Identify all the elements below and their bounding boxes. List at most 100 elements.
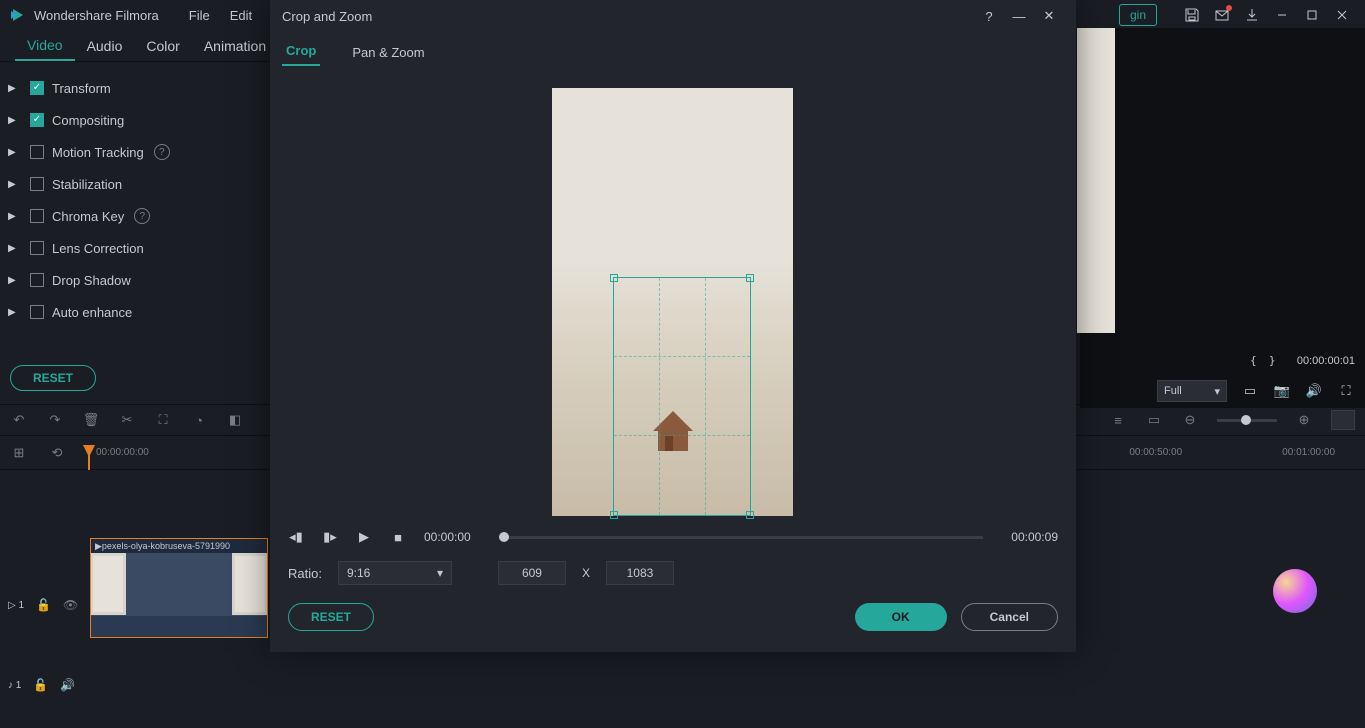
checkbox-chroma-key[interactable] — [30, 209, 44, 223]
chevron-right-icon[interactable]: ▶ — [8, 275, 22, 286]
clip-label: ▶ pexels-olya-kobruseva-5791990 — [91, 539, 267, 553]
chevron-right-icon[interactable]: ▶ — [8, 83, 22, 94]
info-icon[interactable]: ? — [154, 144, 170, 160]
minimize-icon[interactable] — [1267, 0, 1297, 30]
side-reset-button[interactable]: RESET — [10, 365, 96, 391]
view-toggle[interactable] — [1331, 410, 1355, 430]
chevron-right-icon[interactable]: ▶ — [8, 211, 22, 222]
stop-icon[interactable]: ■ — [390, 529, 406, 545]
speed-icon[interactable]: ◔ — [190, 411, 208, 429]
next-frame-icon[interactable]: ▮▸ — [322, 529, 338, 545]
crop-zoom-dialog: Crop and Zoom ? — ✕ Crop Pan & Zoom ◂▮ ▮… — [270, 0, 1076, 652]
maximize-icon[interactable] — [1297, 0, 1327, 30]
tab-pan-zoom[interactable]: Pan & Zoom — [348, 39, 428, 66]
ruler-tick: 00:00:50:00 — [1129, 447, 1182, 458]
tab-crop[interactable]: Crop — [282, 37, 320, 66]
checkbox-stabilization[interactable] — [30, 177, 44, 191]
ratio-select[interactable]: 9:16▾ — [338, 561, 452, 585]
volume-icon[interactable]: 🔊 — [1305, 382, 1323, 400]
color-icon[interactable]: ◧ — [226, 411, 244, 429]
minimize-icon[interactable]: — — [1004, 1, 1034, 31]
close-icon[interactable]: ✕ — [1034, 1, 1064, 31]
display-icon[interactable]: ▭ — [1241, 382, 1259, 400]
dialog-reset-button[interactable]: RESET — [288, 603, 374, 631]
lock-icon[interactable]: 🔓 — [36, 598, 51, 612]
checkbox-drop-shadow[interactable] — [30, 273, 44, 287]
zoom-slider[interactable] — [1217, 419, 1277, 422]
zoom-out-icon[interactable]: ⊖ — [1181, 411, 1199, 429]
download-icon[interactable] — [1237, 0, 1267, 30]
mail-icon[interactable] — [1207, 0, 1237, 30]
menu-file[interactable]: File — [189, 8, 210, 23]
ratio-label: Ratio: — [288, 566, 322, 581]
mark-out-icon[interactable]: } — [1269, 354, 1276, 367]
checkbox-compositing[interactable] — [30, 113, 44, 127]
panel-row-chroma-key[interactable]: ▶Chroma Key? — [8, 200, 262, 232]
panel-row-transform[interactable]: ▶Transform — [8, 72, 262, 104]
crop-handle-tr[interactable] — [746, 274, 754, 282]
crop-handle-tl[interactable] — [610, 274, 618, 282]
panel-row-drop-shadow[interactable]: ▶Drop Shadow — [8, 264, 262, 296]
redo-icon[interactable]: ↷ — [46, 411, 64, 429]
mark-in-icon[interactable]: { — [1250, 354, 1257, 367]
dialog-tabs: Crop Pan & Zoom — [270, 32, 1076, 66]
add-track-icon[interactable]: ⊞ — [10, 444, 28, 462]
crop-handle-br[interactable] — [746, 511, 754, 519]
video-clip[interactable]: ▶ pexels-olya-kobruseva-5791990 — [90, 538, 268, 638]
snapshot-icon[interactable]: 📷 — [1273, 382, 1291, 400]
tab-audio[interactable]: Audio — [75, 32, 135, 60]
undo-icon[interactable]: ↶ — [10, 411, 28, 429]
crop-rectangle[interactable] — [613, 277, 751, 516]
markers-icon[interactable]: ≡ — [1109, 411, 1127, 429]
width-input[interactable] — [498, 561, 566, 585]
checkbox-lens-correction[interactable] — [30, 241, 44, 255]
close-icon[interactable] — [1327, 0, 1357, 30]
speaker-icon[interactable]: 🔊 — [60, 678, 75, 692]
tab-animation[interactable]: Animation — [192, 32, 278, 60]
menu-edit[interactable]: Edit — [230, 8, 252, 23]
play-icon[interactable]: ▶ — [356, 529, 372, 545]
chevron-right-icon[interactable]: ▶ — [8, 115, 22, 126]
checkbox-transform[interactable] — [30, 81, 44, 95]
checkbox-motion-tracking[interactable] — [30, 145, 44, 159]
chevron-right-icon[interactable]: ▶ — [8, 243, 22, 254]
app-logo-icon — [8, 6, 26, 24]
panel-row-stabilization[interactable]: ▶Stabilization — [8, 168, 262, 200]
crop-icon[interactable]: ⛶ — [154, 411, 172, 429]
prev-frame-icon[interactable]: ◂▮ — [288, 529, 304, 545]
tab-color[interactable]: Color — [134, 32, 191, 60]
chevron-right-icon[interactable]: ▶ — [8, 307, 22, 318]
lock-icon[interactable]: 🔓 — [33, 678, 48, 692]
ok-button[interactable]: OK — [855, 603, 947, 631]
video-properties-panel: ▶Transform ▶Compositing ▶Motion Tracking… — [0, 62, 270, 394]
crop-handle-bl[interactable] — [610, 511, 618, 519]
dialog-buttons: RESET OK Cancel — [270, 600, 1076, 634]
chevron-right-icon[interactable]: ▶ — [8, 179, 22, 190]
panel-row-lens-correction[interactable]: ▶Lens Correction — [8, 232, 262, 264]
dialog-title: Crop and Zoom — [282, 9, 372, 24]
save-icon[interactable] — [1177, 0, 1207, 30]
wondershare-fab-icon[interactable] — [1273, 569, 1317, 613]
link-icon[interactable]: ⟲ — [48, 444, 66, 462]
quality-select[interactable]: Full▾ — [1157, 380, 1227, 402]
crop-preview-canvas[interactable] — [552, 88, 793, 516]
cancel-button[interactable]: Cancel — [961, 603, 1058, 631]
panel-row-compositing[interactable]: ▶Compositing — [8, 104, 262, 136]
checkbox-auto-enhance[interactable] — [30, 305, 44, 319]
panel-row-auto-enhance[interactable]: ▶Auto enhance — [8, 296, 262, 328]
fit-icon[interactable]: ▭ — [1145, 411, 1163, 429]
login-button[interactable]: gin — [1119, 4, 1157, 26]
cut-icon[interactable]: ✂ — [118, 411, 136, 429]
height-input[interactable] — [606, 561, 674, 585]
zoom-in-icon[interactable]: ⊕ — [1295, 411, 1313, 429]
playback-slider[interactable] — [499, 536, 984, 539]
fullscreen-icon[interactable]: ⛶ — [1337, 382, 1355, 400]
panel-row-motion-tracking[interactable]: ▶Motion Tracking? — [8, 136, 262, 168]
info-icon[interactable]: ? — [134, 208, 150, 224]
chevron-right-icon[interactable]: ▶ — [8, 147, 22, 158]
tab-video[interactable]: Video — [15, 31, 75, 61]
delete-icon[interactable]: 🗑 — [82, 411, 100, 429]
preview-panel: { } 00:00:00:01 Full▾ ▭ 📷 🔊 ⛶ — [1080, 28, 1365, 408]
eye-icon[interactable]: 👁 — [63, 598, 78, 612]
help-icon[interactable]: ? — [974, 1, 1004, 31]
